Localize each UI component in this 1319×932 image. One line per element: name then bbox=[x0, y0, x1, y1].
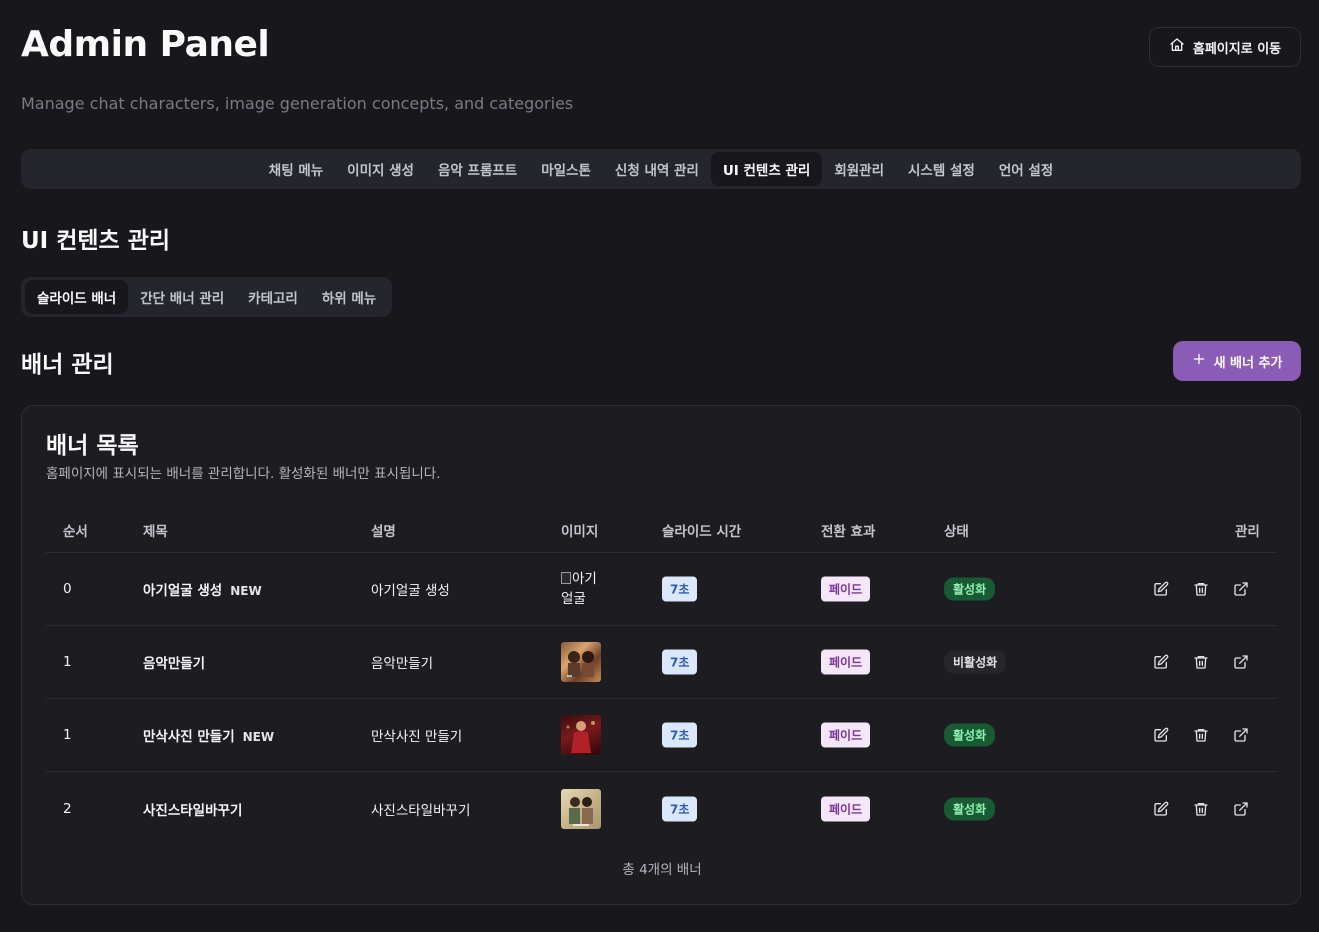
tab-music-prompt[interactable]: 음악 프롬프트 bbox=[426, 152, 529, 186]
card-title: 배너 목록 bbox=[46, 433, 139, 459]
row-title: 사진스타일바꾸기 bbox=[143, 802, 243, 819]
banner-management-title: 배너 관리 bbox=[21, 352, 114, 378]
col-actions: 관리 bbox=[1235, 524, 1260, 540]
tab-system-settings[interactable]: 시스템 설정 bbox=[896, 152, 987, 186]
subtab-simple-banner[interactable]: 간단 배너 관리 bbox=[128, 280, 236, 314]
trash-icon[interactable] bbox=[1193, 801, 1209, 817]
duration-badge: 7초 bbox=[662, 649, 698, 675]
go-home-label: 홈페이지로 이동 bbox=[1192, 41, 1282, 57]
subtab-category[interactable]: 카테고리 bbox=[236, 280, 310, 314]
col-status: 상태 bbox=[944, 524, 969, 540]
effect-badge: 페이드 bbox=[821, 576, 871, 602]
add-banner-button[interactable]: 새 배너 추가 bbox=[1173, 341, 1301, 381]
home-icon bbox=[1169, 37, 1185, 57]
go-home-button[interactable]: 홈페이지로 이동 bbox=[1149, 27, 1301, 67]
broken-image-icon: 아기얼굴 bbox=[561, 569, 605, 609]
external-link-icon[interactable] bbox=[1233, 801, 1249, 817]
subtab-slide-banner[interactable]: 슬라이드 배너 bbox=[25, 280, 129, 314]
table-row: 2 사진스타일바꾸기 사진스타일바꾸기 7초 페이드 활성화 bbox=[46, 772, 1277, 845]
edit-icon[interactable] bbox=[1153, 727, 1169, 743]
row-title-text: 아기얼굴 생성 bbox=[143, 583, 223, 599]
duration-badge: 7초 bbox=[662, 796, 698, 821]
tab-ui-content[interactable]: UI 컨텐츠 관리 bbox=[710, 152, 823, 186]
row-title: 아기얼굴 생성 NEW bbox=[143, 579, 262, 599]
effect-badge: 페이드 bbox=[821, 722, 871, 748]
col-title: 제목 bbox=[143, 524, 168, 540]
table-row: 0 아기얼굴 생성 NEW 아기얼굴 생성 아기얼굴 7초 페이드 활성화 bbox=[46, 553, 1277, 626]
tab-chat-menu[interactable]: 채팅 메뉴 bbox=[257, 152, 335, 186]
edit-icon[interactable] bbox=[1153, 581, 1169, 597]
table-footer-count: 총 4개의 배너 bbox=[622, 862, 702, 878]
banner-thumbnail bbox=[561, 788, 601, 829]
duration-badge: 7초 bbox=[662, 576, 698, 602]
row-order: 1 bbox=[63, 654, 72, 670]
status-badge: 활성화 bbox=[944, 577, 996, 601]
page-title: Admin Panel bbox=[21, 24, 270, 65]
row-description: 만삭사진 만들기 bbox=[371, 729, 463, 745]
effect-badge: 페이드 bbox=[821, 796, 871, 821]
table-row: 1 음악만들기 음악만들기 7초 페이드 비활성화 bbox=[46, 626, 1277, 699]
row-description: 아기얼굴 생성 bbox=[371, 583, 450, 599]
new-tag: NEW bbox=[242, 730, 275, 744]
table-header: 순서 제목 설명 이미지 슬라이드 시간 전환 효과 상태 관리 bbox=[46, 506, 1277, 553]
table-row: 1 만삭사진 만들기 NEW 만삭사진 만들기 7초 페이드 활성화 bbox=[46, 699, 1277, 772]
add-banner-label: 새 배너 추가 bbox=[1213, 355, 1283, 371]
row-order: 1 bbox=[63, 727, 72, 743]
status-badge: 활성화 bbox=[944, 723, 996, 747]
status-badge: 활성화 bbox=[944, 797, 996, 820]
row-description: 사진스타일바꾸기 bbox=[371, 802, 471, 819]
row-title: 만삭사진 만들기 NEW bbox=[143, 725, 274, 745]
tab-application-history[interactable]: 신청 내역 관리 bbox=[603, 152, 711, 186]
external-link-icon[interactable] bbox=[1233, 581, 1249, 597]
banner-table: 순서 제목 설명 이미지 슬라이드 시간 전환 효과 상태 관리 0 아기얼굴 … bbox=[46, 506, 1277, 845]
row-order: 2 bbox=[63, 800, 72, 817]
effect-badge: 페이드 bbox=[821, 649, 871, 675]
card-description: 홈페이지에 표시되는 배너를 관리합니다. 활성화된 배너만 표시됩니다. bbox=[46, 466, 441, 482]
banner-thumbnail bbox=[561, 642, 601, 682]
banner-thumbnail bbox=[561, 715, 601, 755]
col-description: 설명 bbox=[371, 524, 396, 540]
section-title: UI 컨텐츠 관리 bbox=[21, 228, 171, 254]
edit-icon[interactable] bbox=[1153, 654, 1169, 670]
row-description: 음악만들기 bbox=[371, 656, 434, 672]
trash-icon[interactable] bbox=[1193, 727, 1209, 743]
status-badge: 비활성화 bbox=[944, 650, 1007, 674]
col-order: 순서 bbox=[63, 524, 88, 540]
external-link-icon[interactable] bbox=[1233, 654, 1249, 670]
edit-icon[interactable] bbox=[1153, 801, 1169, 817]
sub-tabs: 슬라이드 배너 간단 배너 관리 카테고리 하위 메뉴 bbox=[21, 277, 393, 317]
col-slide-time: 슬라이드 시간 bbox=[662, 524, 742, 540]
subtab-submenu[interactable]: 하위 메뉴 bbox=[310, 280, 388, 314]
tab-members[interactable]: 회원관리 bbox=[822, 152, 896, 186]
trash-icon[interactable] bbox=[1193, 581, 1209, 597]
trash-icon[interactable] bbox=[1193, 654, 1209, 670]
duration-badge: 7초 bbox=[662, 722, 698, 748]
page-subtitle: Manage chat characters, image generation… bbox=[21, 94, 574, 113]
row-title-text: 만삭사진 만들기 bbox=[143, 729, 235, 745]
new-tag: NEW bbox=[230, 584, 262, 598]
main-nav: 채팅 메뉴 이미지 생성 음악 프롬프트 마일스톤 신청 내역 관리 UI 컨텐… bbox=[21, 149, 1301, 189]
plus-icon bbox=[1192, 352, 1206, 370]
tab-image-generation[interactable]: 이미지 생성 bbox=[335, 152, 426, 186]
tab-milestone[interactable]: 마일스톤 bbox=[529, 152, 603, 186]
col-image: 이미지 bbox=[561, 524, 599, 540]
banner-list-card: 배너 목록 홈페이지에 표시되는 배너를 관리합니다. 활성화된 배너만 표시됩… bbox=[21, 405, 1301, 905]
col-transition: 전환 효과 bbox=[821, 524, 876, 540]
external-link-icon[interactable] bbox=[1233, 727, 1249, 743]
row-order: 0 bbox=[63, 581, 72, 597]
tab-language-settings[interactable]: 언어 설정 bbox=[987, 152, 1065, 186]
row-title: 음악만들기 bbox=[143, 656, 206, 672]
